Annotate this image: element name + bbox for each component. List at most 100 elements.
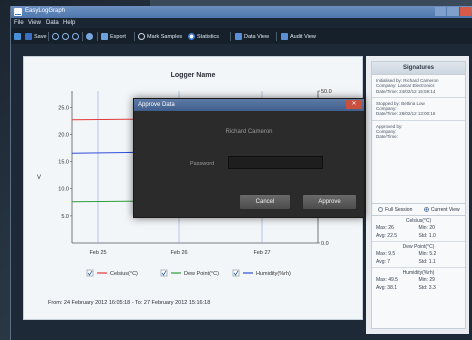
menu-view[interactable]: View: [28, 20, 41, 26]
open-button[interactable]: [14, 32, 23, 41]
data-view-button[interactable]: Data View: [235, 32, 269, 41]
side-panel: Signatures Initialised by: Richard Camer…: [366, 56, 469, 334]
y-tick-label: 10.0: [58, 187, 69, 193]
y-tick-label: 25.0: [58, 105, 69, 111]
stat-value: Std: 1.1: [418, 259, 436, 265]
chart-title: Logger Name: [171, 72, 216, 79]
mark-samples-label: Mark Samples: [147, 33, 183, 40]
radio-on-icon: [423, 207, 429, 212]
password-input[interactable]: [228, 156, 323, 169]
save-icon: [25, 33, 32, 40]
stat-title: Humidity(%rh): [402, 270, 435, 276]
y-tick-label: 20.0: [58, 132, 69, 138]
y-tick-label: 15.0: [58, 160, 69, 166]
audit-view-button[interactable]: Audit View: [281, 32, 316, 41]
radio-on-icon: [188, 33, 195, 40]
zoom-in-icon: [52, 33, 59, 40]
stat-row: Max: 9.5 Min: 5.2: [372, 251, 465, 259]
legend-checkbox: [160, 269, 168, 277]
stat-title: Celsius(°C): [405, 218, 432, 224]
settings-icon: [86, 33, 93, 40]
app-icon: [14, 8, 22, 16]
stat-value: Max: 26: [376, 225, 394, 231]
approve-data-dialog: Approve Data ✕ Richard Cameron Password …: [133, 98, 365, 218]
signatures-panel: Signatures Initialised by: Richard Camer…: [371, 61, 466, 205]
stat-title: Dew Point(°C): [402, 244, 435, 250]
stats-celsius: Celsius(°C) Max: 26 Min: 20 Avg: 22.5 Std:…: [372, 216, 465, 242]
password-label: Password: [190, 161, 215, 167]
legend-checkbox: [232, 269, 240, 277]
legend-checkbox: [86, 269, 94, 277]
approve-button[interactable]: Approve: [302, 194, 357, 210]
audit-view-label: Audit View: [290, 33, 316, 40]
legend-label: Humidity(%rh): [256, 271, 291, 277]
toolbar-separator: [97, 32, 98, 41]
approver-name: Richard Cameron: [225, 129, 273, 135]
time-range-label: From: 24 February 2012 16:05:18 - To: 27…: [48, 300, 210, 306]
minimize-button[interactable]: [435, 7, 447, 16]
stat-row: Avg: 38.1 Std: 3.3: [372, 285, 465, 293]
toolbar: Save Export Mark Samples Statistics Data…: [11, 28, 472, 44]
toolbar-separator: [276, 32, 277, 41]
full-session-label: Full Session: [385, 206, 413, 213]
mark-samples-toggle[interactable]: Mark Samples: [138, 32, 182, 41]
settings-button[interactable]: [86, 32, 95, 41]
current-view-option[interactable]: Current View: [419, 204, 466, 215]
dialog-close-button[interactable]: ✕: [346, 100, 362, 109]
menu-data[interactable]: Data: [46, 20, 59, 26]
x-tick-label: Feb 27: [253, 250, 270, 256]
stats-scope: Full Session Current View: [372, 204, 465, 216]
legend-label: Dew Point(°C): [184, 271, 219, 277]
dialog-title: Approve Data: [138, 102, 175, 108]
maximize-button[interactable]: [446, 7, 459, 16]
stat-row: Avg: 7 Std: 1.1: [372, 259, 465, 267]
statistics-toggle[interactable]: Statistics: [188, 32, 219, 41]
cancel-button[interactable]: Cancel: [239, 194, 291, 210]
stat-value: Avg: 7: [376, 259, 391, 265]
export-icon: [101, 33, 108, 40]
menu-help[interactable]: Help: [63, 20, 75, 26]
close-window-button[interactable]: [458, 7, 471, 16]
full-session-option[interactable]: Full Session: [372, 204, 419, 215]
table-icon: [235, 33, 242, 40]
save-label: Save: [34, 33, 47, 40]
stat-value: Std: 1.0: [418, 233, 436, 239]
current-view-label: Current View: [430, 206, 460, 213]
dialog-title-bar[interactable]: Approve Data ✕: [134, 99, 364, 111]
x-tick-label: Feb 25: [89, 250, 106, 256]
stat-row: Max: 26 Min: 20: [372, 225, 465, 233]
stats-humidity: Humidity(%rh) Max: 49.5 Min: 29 Avg: 38.1…: [372, 268, 465, 293]
menu-bar: File View Data Help: [11, 18, 472, 28]
signature-line: Date/Time: 28/02/12 13:00:16: [376, 111, 436, 117]
window-controls: [435, 7, 471, 16]
signature-initialised: Initialised by: Richard Cameron Company:…: [372, 75, 465, 98]
toolbar-separator: [82, 32, 83, 41]
title-bar[interactable]: EasyLogGraph: [11, 6, 472, 18]
y2-tick-label: 50.0: [321, 89, 332, 95]
stat-value: Min: 5.2: [418, 251, 437, 257]
radio-off-icon: [378, 207, 384, 212]
zoom-reset-icon: [72, 33, 79, 40]
signature-line: Date/Time: 24/02/12 15:59:14: [376, 88, 436, 94]
y2-tick-label: 0.0: [321, 241, 329, 247]
stats-dew-point: Dew Point(°C) Max: 9.5 Min: 5.2 Avg: 7 Std…: [372, 242, 465, 268]
zoom-in-button[interactable]: [52, 32, 61, 41]
zoom-out-button[interactable]: [62, 32, 71, 41]
stat-value: Max: 49.5: [376, 277, 398, 283]
x-tick-label: Feb 26: [170, 250, 187, 256]
statistics-panel: Full Session Current View Celsius(°C) Ma…: [371, 203, 466, 329]
menu-file[interactable]: File: [14, 20, 24, 26]
window-title: EasyLogGraph: [25, 8, 66, 14]
zoom-reset-button[interactable]: [72, 32, 81, 41]
y-axis-label: V: [37, 175, 41, 181]
statistics-label: Statistics: [197, 33, 220, 40]
signatures-title: Signatures: [372, 62, 465, 75]
export-button[interactable]: Export: [101, 32, 126, 41]
data-view-label: Data View: [244, 33, 269, 40]
stat-row: Avg: 22.5 Std: 1.0: [372, 233, 465, 241]
toolbar-separator: [48, 32, 49, 41]
radio-off-icon: [138, 33, 145, 40]
signature-stopped: Stopped by: Bettina Low Company: Date/Ti…: [372, 98, 465, 121]
save-button[interactable]: Save: [25, 32, 47, 41]
toolbar-separator: [230, 32, 231, 41]
